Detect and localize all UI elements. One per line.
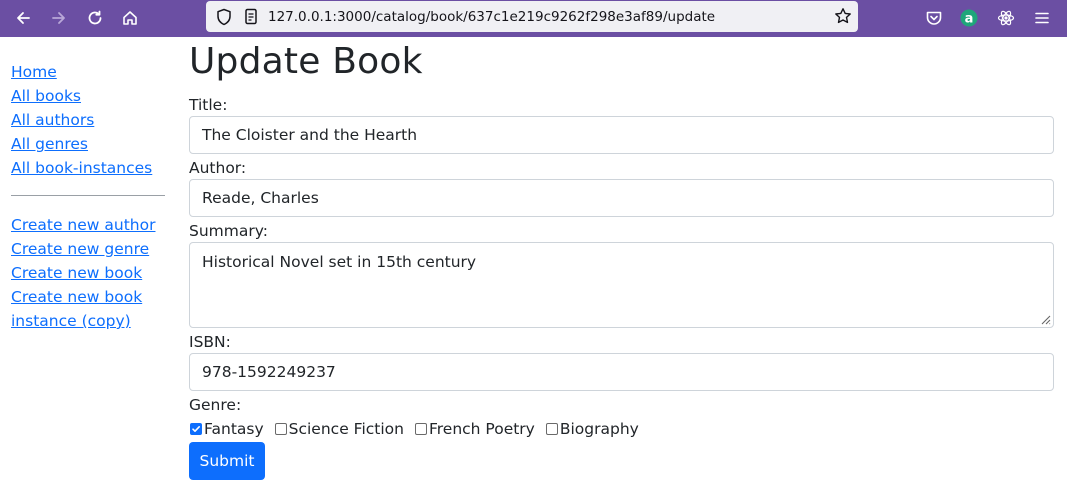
extension-a-icon[interactable]: a	[957, 6, 981, 30]
checkbox-icon[interactable]	[414, 423, 427, 435]
checkbox-checked-icon[interactable]	[190, 423, 202, 435]
sidebar: Home All books All authors All genres Al…	[11, 60, 171, 333]
title-input[interactable]: The Cloister and the Hearth	[189, 116, 1054, 154]
page-title: Update Book	[189, 41, 423, 82]
genre-option-french-poetry[interactable]: French Poetry	[414, 420, 535, 438]
genre-option-label: French Poetry	[428, 420, 535, 438]
sidebar-link-all-authors[interactable]: All authors	[11, 108, 171, 132]
submit-button[interactable]: Submit	[189, 442, 265, 480]
resize-grip-icon[interactable]	[1039, 313, 1051, 325]
sidebar-link-create-author[interactable]: Create new author	[11, 213, 171, 237]
forward-arrow-icon[interactable]	[46, 6, 72, 30]
genre-option-label: Fantasy	[204, 420, 264, 438]
genre-option-science-fiction[interactable]: Science Fiction	[274, 420, 404, 438]
shield-icon[interactable]	[216, 8, 232, 30]
back-arrow-icon[interactable]	[10, 6, 36, 30]
reload-icon[interactable]	[82, 6, 108, 30]
title-label: Title:	[189, 96, 228, 114]
pocket-icon[interactable]	[922, 6, 946, 30]
genre-option-label: Biography	[559, 420, 639, 438]
menu-icon[interactable]	[1030, 6, 1054, 30]
summary-label: Summary:	[189, 222, 268, 240]
sidebar-link-all-books[interactable]: All books	[11, 84, 171, 108]
svg-text:a: a	[965, 12, 974, 27]
genre-option-fantasy[interactable]: Fantasy	[189, 420, 264, 438]
sidebar-link-home[interactable]: Home	[11, 60, 171, 84]
checkbox-icon[interactable]	[545, 423, 558, 435]
sidebar-link-create-genre[interactable]: Create new genre	[11, 237, 171, 261]
genre-option-label: Science Fiction	[288, 420, 404, 438]
home-icon[interactable]	[117, 6, 143, 30]
url-text[interactable]: 127.0.0.1:3000/catalog/book/637c1e219c92…	[268, 1, 715, 33]
main-content: Update Book Title: The Cloister and the …	[189, 38, 1055, 480]
sidebar-link-create-book-instance[interactable]: Create new book instance (copy)	[11, 285, 146, 333]
sidebar-link-create-book[interactable]: Create new book	[11, 261, 171, 285]
summary-text: Historical Novel set in 15th century	[202, 253, 477, 271]
genre-label: Genre:	[189, 396, 242, 414]
sidebar-divider	[11, 195, 165, 196]
isbn-input[interactable]: 978-1592249237	[189, 353, 1054, 391]
page-info-icon[interactable]	[243, 8, 259, 30]
summary-textarea[interactable]: Historical Novel set in 15th century	[189, 242, 1054, 328]
isbn-label: ISBN:	[189, 333, 231, 351]
checkbox-icon[interactable]	[274, 423, 287, 435]
sidebar-link-all-genres[interactable]: All genres	[11, 132, 171, 156]
bookmark-star-icon[interactable]	[834, 7, 852, 29]
url-bar[interactable]: 127.0.0.1:3000/catalog/book/637c1e219c92…	[206, 1, 858, 32]
genre-checkboxes: Fantasy Science Fiction French Poetry Bi…	[189, 418, 1055, 440]
react-devtools-icon[interactable]	[994, 6, 1018, 30]
browser-toolbar: 127.0.0.1:3000/catalog/book/637c1e219c92…	[0, 0, 1067, 37]
author-label: Author:	[189, 159, 247, 177]
sidebar-link-all-book-instances[interactable]: All book-instances	[11, 156, 171, 180]
genre-option-biography[interactable]: Biography	[545, 420, 639, 438]
author-select[interactable]: Reade, Charles	[189, 179, 1054, 217]
